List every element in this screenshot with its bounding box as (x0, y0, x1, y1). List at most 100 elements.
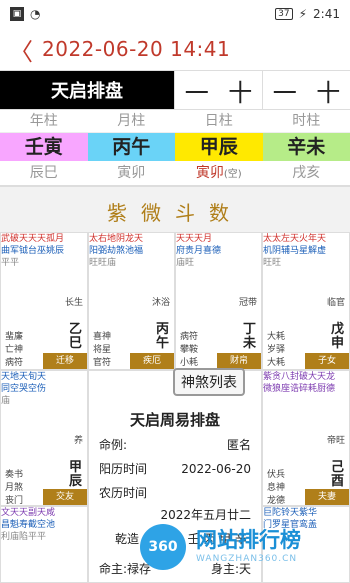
star-line: 昌魁寿截空池 (1, 520, 56, 530)
palace-tag: 子女 (305, 353, 349, 369)
watermark: 360 网站排行榜 WANGZHAN360.CN (140, 520, 350, 583)
shensha-list-button[interactable]: 神煞列表 (173, 368, 245, 396)
star-line: 平平 (1, 258, 20, 268)
label-hour: 时柱 (292, 113, 321, 129)
palace-god: 小耗 (180, 358, 199, 368)
star-line: 利庙陷平平 (1, 532, 47, 542)
ganzhi-day: 甲辰 (175, 133, 263, 161)
star-line: 同空哭空伤 (1, 384, 47, 394)
second-stepper: 一 十 (262, 71, 350, 109)
ziwei-heading: 紫微斗数 (0, 186, 350, 236)
palace-pillar: 丙午 (156, 322, 170, 351)
palace-pillar: 乙巳 (69, 322, 83, 351)
palace-cell[interactable]: 天地天旬天 同空哭空伤 庙 养 甲辰 奏书 月煞 丧门 交友 (0, 370, 88, 506)
status-bar: ▣ ◔ 37 ⚡ 2:41 (0, 0, 350, 28)
back-icon[interactable]: 〈 (0, 32, 42, 67)
palace-god: 丧门 (5, 496, 24, 506)
watermark-logo: 360 (140, 524, 186, 570)
palace-god: 将星 (93, 345, 112, 355)
palace-tag: 疾厄 (130, 353, 174, 369)
info-value: 匿名 (226, 438, 251, 452)
chart-name: 天启排盘 (0, 71, 174, 109)
label-year: 年柱 (29, 113, 58, 129)
star-line: 巨陀铃天紫华 (263, 508, 318, 518)
label-month: 月柱 (117, 113, 146, 129)
star-line: 庙 (1, 396, 11, 406)
kongwang-month: 寅卯 (117, 165, 146, 181)
palace-god: 喜神 (93, 332, 112, 342)
palace-tag: 迁移 (43, 353, 87, 369)
palace-cell[interactable]: 太太左天火年天 机阴辅马星解虚 旺旺 临官 戊申 大耗 岁驿 大耗 子女 (262, 232, 350, 370)
palace-god: 病符 (5, 358, 24, 368)
star-line: 府贵月喜德 (176, 246, 222, 256)
palace-cell[interactable]: 武破天天天孤月 曲军钺台巫姚辰 平平 长生 乙巳 蜚廉亡神病符 迁移 (0, 232, 88, 370)
palace-god: 奏书 (5, 470, 24, 480)
watermark-brand: 网站排行榜 (196, 528, 301, 552)
star-line: 紫贪八封破大天龙 (263, 372, 336, 382)
palace-god: 攀鞍 (180, 345, 199, 355)
palace-tag: 夫妻 (305, 489, 349, 505)
palace-god: 病符 (180, 332, 199, 342)
star-line: 天天天月 (176, 234, 213, 244)
info-value: 2022-06-20 (181, 462, 251, 476)
palace-stage: 冠带 (238, 298, 257, 308)
star-line: 武破天天天孤月 (1, 234, 65, 244)
page-header: 〈 2022-06-20 14:41 (0, 28, 350, 70)
first-stepper: 一 十 (174, 71, 262, 109)
star-line: 太太左天火年天 (263, 234, 327, 244)
kongwang-hour: 戌亥 (292, 165, 321, 181)
palace-god: 大耗 (267, 332, 286, 342)
palace-god: 龙德 (267, 496, 286, 506)
chart-control-bar: 天启排盘 一 十 一 十 (0, 70, 350, 110)
star-line: 曲军钺台巫姚辰 (1, 246, 65, 256)
palace-cell[interactable]: 天天天月 府贵月喜德 庙旺 冠带 丁未 病符攀鞍小耗 财帛 (175, 232, 262, 370)
watermark-url: WANGZHAN360.CN (196, 554, 298, 564)
star-line: 旺旺 (263, 258, 282, 268)
palace-cell[interactable]: 文天天副天咸 昌魁寿截空池 利庙陷平平 (0, 506, 88, 583)
label-day: 日柱 (204, 113, 233, 129)
star-line: 微狼座诰碎耗厨德 (263, 384, 336, 394)
star-line: 文天天副天咸 (1, 508, 56, 518)
kongwang-row: 辰巳 寅卯 寅卯(空) 戌亥 (0, 161, 350, 186)
star-line: 旺旺庙 (89, 258, 117, 268)
sim-icon: ▣ (10, 7, 24, 21)
palace-pillar: 甲辰 (69, 460, 83, 489)
star-line: 庙旺 (176, 258, 195, 268)
palace-god: 蜚廉 (5, 332, 24, 342)
page-title: 2022-06-20 14:41 (42, 37, 231, 61)
info-label: 乾造 (115, 532, 140, 546)
info-label: 命例: (99, 438, 128, 452)
ganzhi-year: 壬寅 (0, 133, 88, 161)
palace-god: 大耗 (267, 358, 286, 368)
palace-stage: 帝旺 (326, 436, 345, 446)
palace-pillar: 丁未 (243, 322, 257, 351)
palace-stage: 长生 (64, 298, 83, 308)
palace-stage: 临官 (326, 298, 345, 308)
minus-button-1[interactable]: 一 (185, 73, 209, 108)
palace-tag: 交友 (43, 489, 87, 505)
palace-god: 伏兵 (267, 470, 286, 480)
palace-god: 亡神 (5, 345, 24, 355)
wifi-icon: ◔ (30, 7, 41, 21)
plus-button-1[interactable]: 十 (228, 73, 252, 108)
ganzhi-month: 丙午 (87, 133, 175, 161)
palace-tag: 财帛 (217, 353, 261, 369)
star-line: 阳弼劫煞池福 (89, 246, 144, 256)
palace-god: 官符 (93, 358, 112, 368)
pillar-labels: 年柱 月柱 日柱 时柱 (0, 110, 350, 133)
palace-cell[interactable]: 紫贪八封破大天龙 微狼座诰碎耗厨德 帝旺 己酉 伏兵 息神 龙德 夫妻 (262, 370, 350, 506)
palace-god: 息神 (267, 483, 286, 493)
minus-button-2[interactable]: 一 (273, 73, 297, 108)
palace-cell[interactable]: 太右地阴龙天 阳弼劫煞池福 旺旺庙 沐浴 丙午 喜神将星官符 疾厄 (88, 232, 175, 370)
ganzhi-hour: 辛未 (262, 133, 350, 161)
palace-stage: 沐浴 (151, 298, 170, 308)
star-line: 太右地阴龙天 (89, 234, 144, 244)
center-title: 天启周易排盘 (129, 411, 220, 429)
star-line: 机阴辅马星解虚 (263, 246, 327, 256)
pillar-ganzhi: 壬寅 丙午 甲辰 辛未 (0, 133, 350, 161)
palace-pillar: 戊申 (331, 322, 345, 351)
palace-god: 岁驿 (267, 345, 286, 355)
kongwang-day: 寅卯(空) (195, 165, 242, 181)
plus-button-2[interactable]: 十 (316, 73, 340, 108)
info-label: 农历时间 (99, 486, 148, 500)
